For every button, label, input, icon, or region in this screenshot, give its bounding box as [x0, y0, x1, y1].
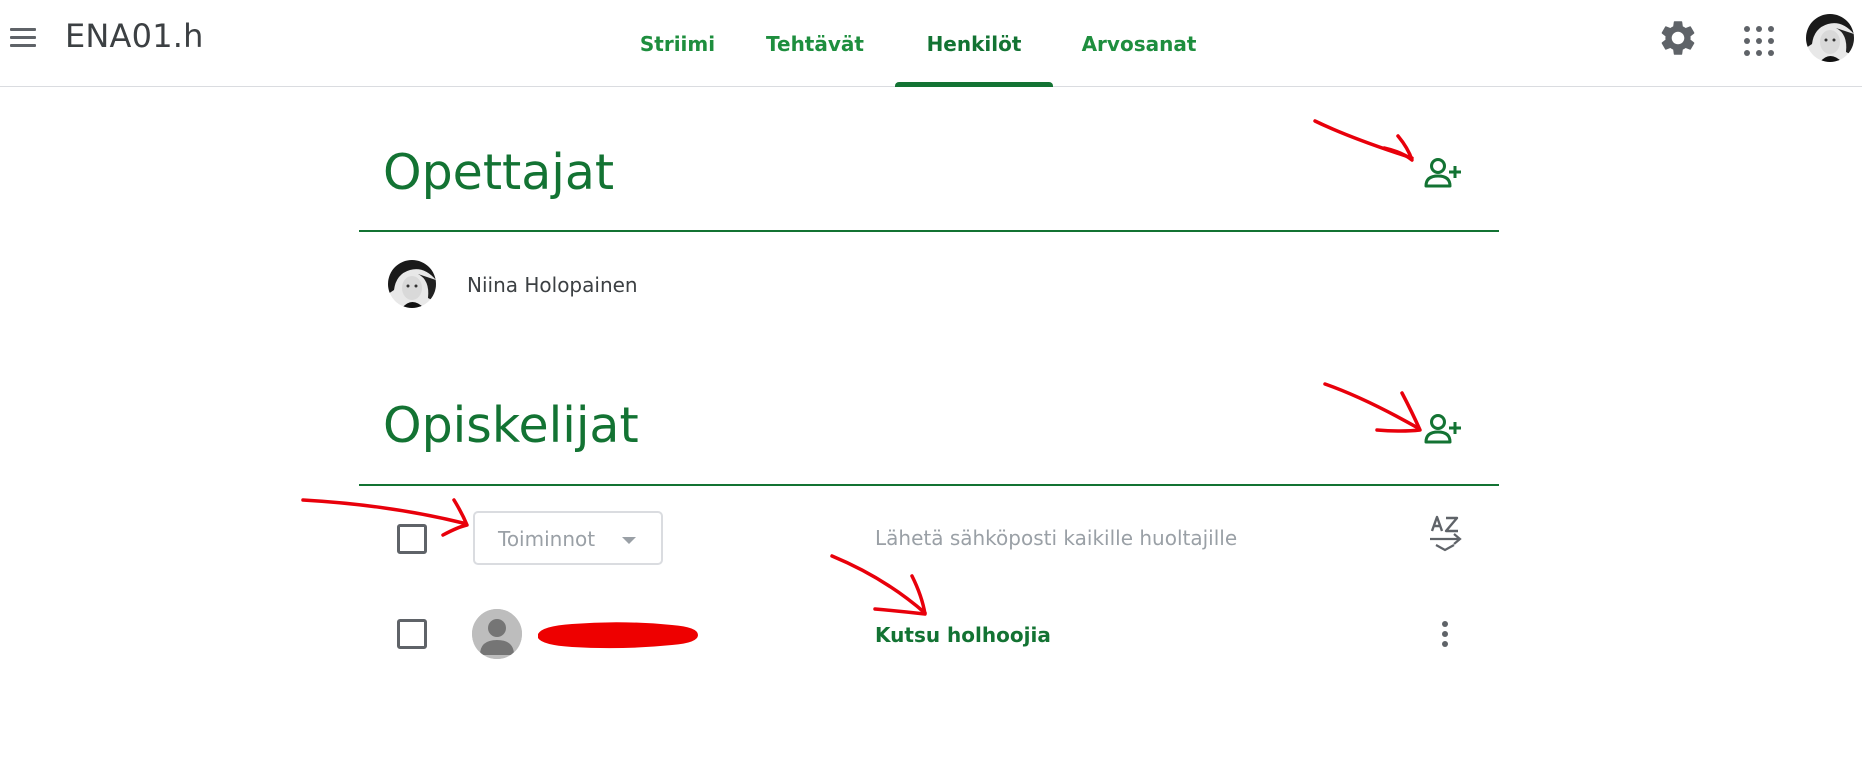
student-row-checkbox[interactable]: [397, 619, 427, 649]
avatar: [472, 609, 522, 659]
avatar: [388, 260, 436, 308]
students-divider: [359, 484, 1499, 486]
redacted-student-name: [538, 622, 698, 649]
class-title[interactable]: ENA01.h: [65, 17, 204, 55]
gear-icon[interactable]: [1657, 17, 1699, 59]
sort-az-icon[interactable]: [1426, 514, 1464, 552]
menu-icon[interactable]: [8, 22, 38, 52]
tab-label: Striimi: [639, 31, 716, 56]
add-student-icon[interactable]: [1422, 408, 1466, 452]
select-all-checkbox[interactable]: [397, 524, 427, 554]
tab-bar: Striimi Tehtävät Henkilöt Arvosanat: [620, 0, 1225, 87]
actions-label: Toiminnot: [498, 527, 596, 551]
apps-grid-icon[interactable]: [1738, 20, 1774, 56]
invite-guardians-link[interactable]: Kutsu holhoojia: [875, 623, 1051, 647]
teacher-row: Niina Holopainen: [359, 252, 1499, 316]
tab-grades[interactable]: Arvosanat: [1053, 0, 1225, 87]
tab-people[interactable]: Henkilöt: [895, 0, 1053, 87]
add-teacher-icon[interactable]: [1422, 152, 1466, 196]
teacher-name: Niina Holopainen: [467, 273, 638, 297]
active-tab-indicator: [895, 82, 1053, 87]
tab-stream[interactable]: Striimi: [620, 0, 735, 87]
teachers-divider: [359, 230, 1499, 232]
teachers-section-title: Opettajat: [383, 144, 615, 201]
tab-label: Tehtävät: [766, 31, 864, 56]
email-all-guardians-link[interactable]: Lähetä sähköposti kaikille huoltajille: [875, 526, 1237, 550]
tab-classwork[interactable]: Tehtävät: [735, 0, 895, 87]
annotation-arrows: [301, 119, 1422, 616]
caret-down-icon: [622, 537, 636, 544]
actions-dropdown[interactable]: Toiminnot: [473, 511, 663, 565]
account-avatar[interactable]: [1806, 14, 1854, 62]
tab-label: Henkilöt: [926, 31, 1022, 56]
students-section-title: Opiskelijat: [383, 397, 639, 454]
top-app-bar: ENA01.h Striimi Tehtävät Henkilöt Arvosa…: [0, 0, 1862, 87]
more-vert-icon[interactable]: [1430, 614, 1460, 654]
tab-label: Arvosanat: [1081, 31, 1197, 56]
